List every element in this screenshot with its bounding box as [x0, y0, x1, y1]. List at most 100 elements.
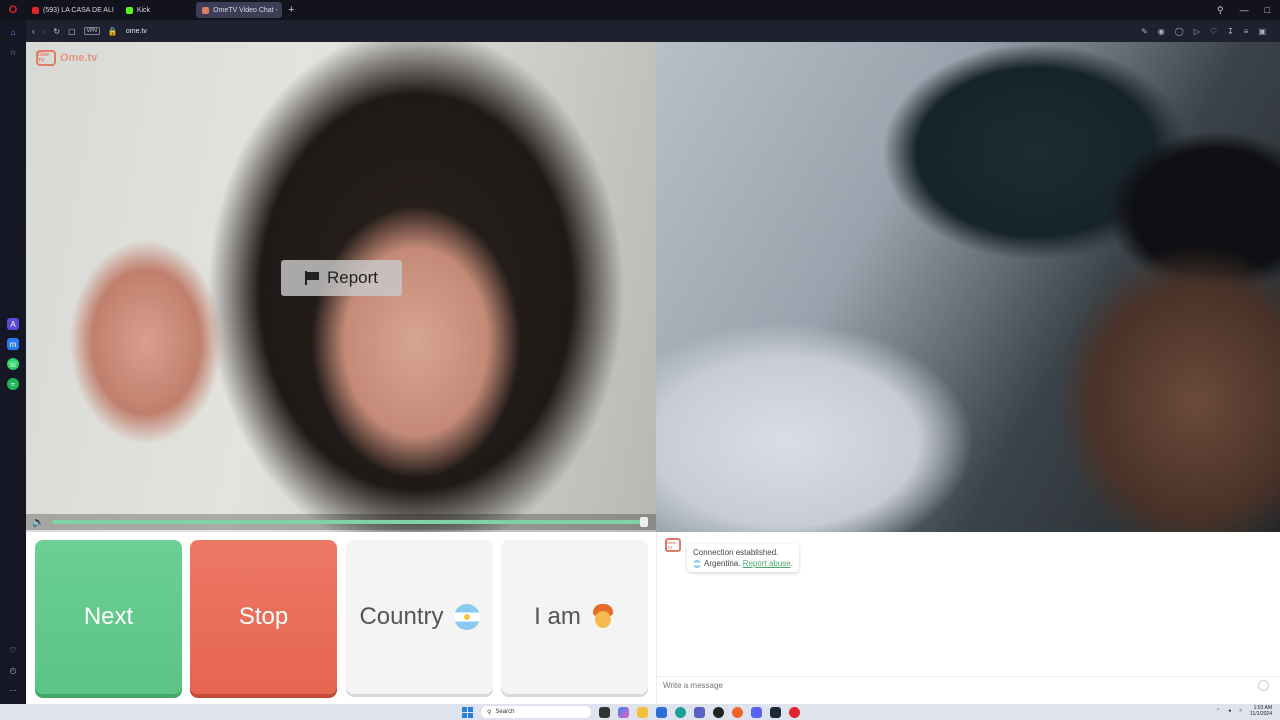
whatsapp-icon[interactable]: ☏ [7, 358, 19, 370]
window-controls: ⚲ — □ [1217, 5, 1280, 16]
opera-icon[interactable] [789, 706, 800, 718]
date-text: 11/1/2024 [1250, 711, 1272, 717]
chevron-up-icon[interactable]: ⌃ [1216, 708, 1220, 714]
connection-text: Connection established. [693, 548, 779, 557]
address-bar: ‹ › ↻ ▢ VPN 🔒 ome.tv ✎ ◉ ◯ ▷ ♡ ↧ ≡ ▣ [26, 20, 1280, 42]
tab-youtube[interactable]: (593) LA CASA DE ALI [26, 2, 120, 18]
lock-icon: 🔒 [107, 26, 118, 36]
report-label: Report [326, 268, 379, 287]
star-icon[interactable]: ☆ [7, 46, 19, 58]
control-panel: Next Stop Country I am [26, 532, 656, 704]
speaker-icon[interactable]: 🔈 [32, 517, 48, 528]
emoji-icon[interactable] [1258, 680, 1269, 691]
search-placeholder: Search [495, 709, 515, 715]
youtube-icon [32, 6, 39, 14]
iam-label: I am [534, 603, 581, 630]
mic-icon[interactable]: ● [1228, 708, 1231, 714]
argentina-flag-icon [453, 604, 480, 630]
tab-label: Kick [136, 6, 151, 14]
tv-logo-icon: Ome TV [36, 50, 56, 66]
discord-icon[interactable] [751, 706, 762, 718]
clock[interactable]: 1:03 AM 11/1/2024 [1250, 705, 1272, 717]
flag-icon [304, 271, 319, 285]
reload-icon[interactable]: ↻ [53, 27, 60, 36]
messenger-icon[interactable]: m [7, 338, 19, 350]
message-bubble: Connection established. Argentina. Repor… [687, 544, 799, 572]
report-button[interactable]: Report [281, 260, 402, 296]
kick-icon [125, 6, 133, 14]
aria-icon[interactable]: A [7, 318, 19, 330]
back-icon[interactable]: ‹ [32, 27, 35, 36]
tv-logo-icon: Ome TV [665, 538, 681, 552]
gender-button[interactable]: I am [501, 540, 648, 694]
task-view-icon[interactable] [599, 706, 610, 718]
search-icon: ⚲ [487, 709, 492, 716]
snapshot-icon[interactable]: ▢ [68, 27, 76, 36]
link-trail: . [790, 559, 793, 568]
heart-outline-icon[interactable]: ♡ [1210, 27, 1217, 36]
self-video [656, 42, 1280, 532]
stop-button[interactable]: Stop [190, 540, 337, 694]
edit-icon[interactable]: ✎ [1141, 27, 1148, 36]
country-line: Argentina. Report abuse. [693, 558, 793, 569]
taskbar-apps: ⚲ Search [462, 706, 800, 718]
ometv-icon [202, 6, 210, 14]
spotify-icon[interactable]: ≈ [7, 378, 19, 390]
address-bar-actions: ✎ ◉ ◯ ▷ ♡ ↧ ≡ ▣ [1141, 27, 1280, 36]
home-icon[interactable]: ⌂ [7, 26, 19, 38]
history-icon[interactable]: ◴ [7, 664, 19, 676]
menu-icon[interactable]: ≡ [1244, 27, 1249, 36]
country-label: Country [359, 603, 444, 630]
taskbar-search[interactable]: ⚲ Search [481, 706, 591, 718]
teams-icon[interactable] [694, 706, 705, 718]
forward-icon[interactable]: › [43, 27, 46, 36]
camera-icon[interactable]: ◉ [1158, 27, 1165, 36]
file-explorer-icon[interactable] [637, 706, 648, 718]
ometv-logo: Ome TV Ome.tv [36, 50, 97, 66]
minimize-icon[interactable]: — [1240, 5, 1249, 16]
play-icon[interactable]: ▷ [1194, 27, 1200, 36]
restore-icon[interactable]: □ [1265, 5, 1270, 16]
report-abuse-link[interactable]: Report abuse [743, 559, 791, 568]
more-icon[interactable]: ⋯ [7, 684, 19, 696]
chat-panel: Ome TV Connection established. Argentina… [656, 532, 1280, 704]
tab-kick[interactable]: Kick [120, 2, 156, 18]
copilot-icon[interactable] [618, 706, 629, 718]
argentina-flag-icon [693, 559, 701, 568]
country-text: Argentina. [704, 559, 741, 568]
next-label: Next [83, 603, 134, 630]
browser-sidebar: ⌂ ☆ A m ☏ ≈ ♡ ◴ ⋯ [0, 20, 26, 704]
firefox-icon[interactable] [732, 706, 743, 718]
tab-label: (593) LA CASA DE ALI [43, 6, 114, 14]
vpn-badge[interactable]: VPN [83, 27, 100, 35]
steam-icon[interactable] [770, 706, 781, 718]
search-icon[interactable]: ⚲ [1217, 5, 1224, 16]
download-icon[interactable]: ↧ [1227, 27, 1234, 36]
system-tray: ⌃ ● ≈ 1:03 AM 11/1/2024 [1216, 705, 1272, 717]
tab-ometv[interactable]: OmeTV Video Chat - [196, 2, 283, 18]
tab-label: OmeTV Video Chat - [213, 6, 278, 14]
volume-slider[interactable] [52, 517, 648, 527]
new-tab-button[interactable]: + [282, 4, 300, 16]
wallet-icon[interactable]: ▣ [1258, 27, 1266, 36]
volume-control: 🔈 [26, 514, 656, 530]
edge-icon[interactable] [675, 706, 686, 718]
country-button[interactable]: Country [346, 540, 493, 694]
stop-label: Stop [238, 603, 289, 630]
wifi-icon[interactable]: ≈ [1239, 708, 1242, 714]
shield-icon[interactable]: ◯ [1175, 27, 1184, 36]
logo-text: Ome.tv [60, 52, 98, 64]
store-icon[interactable] [656, 706, 667, 718]
url-field[interactable]: ome.tv [126, 28, 147, 35]
message-input[interactable] [663, 681, 1243, 690]
next-button[interactable]: Next [35, 540, 182, 694]
heart-icon[interactable]: ♡ [7, 644, 19, 656]
volume-knob[interactable] [640, 517, 648, 527]
message-input-row [657, 676, 1280, 694]
volume-fill [52, 520, 644, 524]
windows-taskbar: ⚲ Search ⌃ ● ≈ 1:03 AM 11/1/2024 [0, 704, 1280, 720]
windows-start-icon[interactable] [462, 706, 473, 718]
opera-logo-icon[interactable]: O [0, 0, 26, 20]
boy-icon [591, 604, 615, 630]
app-icon[interactable] [713, 706, 724, 718]
